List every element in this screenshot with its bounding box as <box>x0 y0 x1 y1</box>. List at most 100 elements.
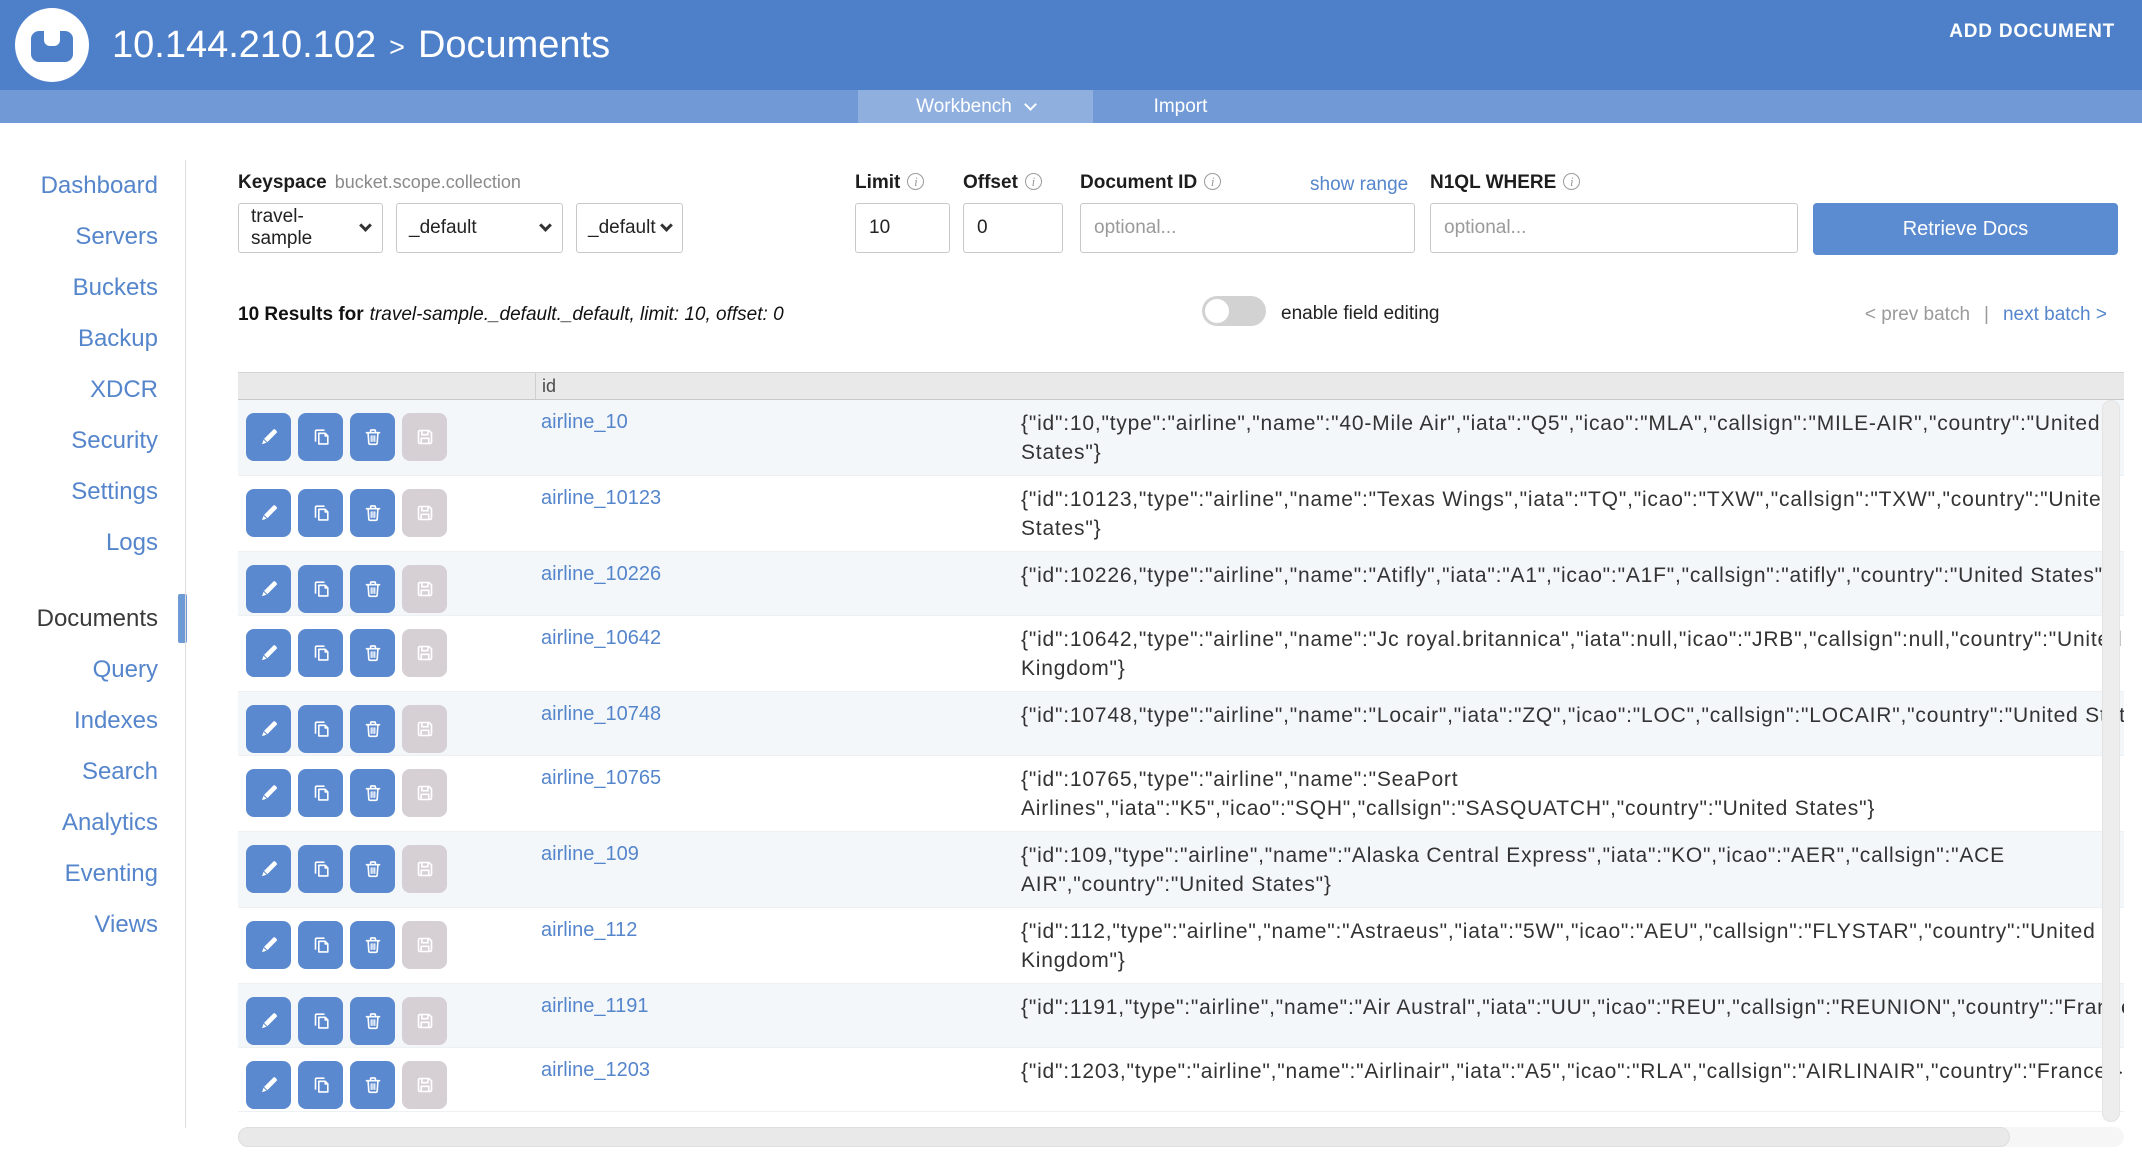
trash-icon <box>365 785 380 802</box>
edit-document-button[interactable] <box>246 997 291 1045</box>
offset-input[interactable] <box>963 203 1063 253</box>
edit-document-button[interactable] <box>246 565 291 613</box>
copy-document-button[interactable] <box>298 489 343 537</box>
save-document-button[interactable] <box>402 997 447 1045</box>
vertical-scrollbar-thumb[interactable] <box>2102 400 2120 1122</box>
scope-select[interactable]: _default <box>396 203 563 253</box>
document-id-link[interactable]: airline_10 <box>541 411 628 433</box>
sidebar-item-xdcr[interactable]: XDCR <box>0 364 158 415</box>
sidebar-item-dashboard[interactable]: Dashboard <box>0 160 158 211</box>
copy-icon <box>314 861 329 877</box>
delete-document-button[interactable] <box>350 413 395 461</box>
save-document-button[interactable] <box>402 769 447 817</box>
save-document-button[interactable] <box>402 845 447 893</box>
copy-document-button[interactable] <box>298 705 343 753</box>
edit-document-button[interactable] <box>246 1061 291 1109</box>
document-id-link[interactable]: airline_1191 <box>541 995 649 1017</box>
save-document-button[interactable] <box>402 413 447 461</box>
sidebar-item-servers[interactable]: Servers <box>0 211 158 262</box>
sidebar-nav: Dashboard Servers Buckets Backup XDCR Securit… <box>0 160 187 950</box>
copy-document-button[interactable] <box>298 921 343 969</box>
edit-document-button[interactable] <box>246 845 291 893</box>
sidebar-item-logs[interactable]: Logs <box>0 517 158 568</box>
delete-document-button[interactable] <box>350 921 395 969</box>
app-header: 10.144.210.102 > Documents ADD DOCUMENT <box>0 0 2142 90</box>
info-icon[interactable]: i <box>907 173 925 190</box>
document-id-input[interactable] <box>1080 203 1415 253</box>
save-document-button[interactable] <box>402 629 447 677</box>
edit-document-button[interactable] <box>246 489 291 537</box>
document-content: {"id":1203,"type":"airline","name":"Airl… <box>1021 1060 2124 1083</box>
copy-document-button[interactable] <box>298 629 343 677</box>
sidebar-item-backup[interactable]: Backup <box>0 313 158 364</box>
document-id-cell: airline_1191 <box>536 984 1021 1047</box>
info-icon[interactable]: i <box>1563 173 1581 190</box>
sidebar-item-indexes[interactable]: Indexes <box>0 695 158 746</box>
delete-document-button[interactable] <box>350 769 395 817</box>
delete-document-button[interactable] <box>350 845 395 893</box>
document-id-link[interactable]: airline_10123 <box>541 487 661 509</box>
copy-document-button[interactable] <box>298 565 343 613</box>
sidebar-item-query[interactable]: Query <box>0 644 158 695</box>
tab-workbench[interactable]: Workbench <box>858 90 1093 123</box>
trash-icon <box>365 645 380 662</box>
copy-document-button[interactable] <box>298 997 343 1045</box>
copy-document-button[interactable] <box>298 1061 343 1109</box>
info-icon[interactable]: i <box>1204 173 1222 190</box>
sidebar-item-search[interactable]: Search <box>0 746 158 797</box>
save-document-button[interactable] <box>402 705 447 753</box>
add-document-button[interactable]: ADD DOCUMENT <box>1949 21 2115 43</box>
show-range-link[interactable]: show range <box>1310 174 1408 196</box>
horizontal-scrollbar-thumb[interactable] <box>238 1127 2010 1147</box>
sidebar-item-settings[interactable]: Settings <box>0 466 158 517</box>
sidebar-divider <box>185 160 186 1128</box>
delete-document-button[interactable] <box>350 629 395 677</box>
delete-document-button[interactable] <box>350 997 395 1045</box>
prev-batch-button[interactable]: < prev batch <box>1865 304 1970 326</box>
document-id-link[interactable]: airline_112 <box>541 919 637 941</box>
info-icon[interactable]: i <box>1024 173 1042 190</box>
edit-document-button[interactable] <box>246 413 291 461</box>
document-content: {"id":10,"type":"airline","name":"40-Mil… <box>1021 412 2101 464</box>
delete-document-button[interactable] <box>350 1061 395 1109</box>
sidebar-item-views[interactable]: Views <box>0 899 158 950</box>
limit-input[interactable] <box>855 203 950 253</box>
retrieve-docs-button[interactable]: Retrieve Docs <box>1813 203 2118 255</box>
horizontal-scrollbar[interactable] <box>238 1127 2124 1147</box>
table-row: airline_112 {"id":112,"type":"airline","… <box>238 908 2124 984</box>
floppy-icon <box>417 785 432 801</box>
edit-document-button[interactable] <box>246 769 291 817</box>
document-id-link[interactable]: airline_109 <box>541 843 639 865</box>
copy-document-button[interactable] <box>298 845 343 893</box>
save-document-button[interactable] <box>402 565 447 613</box>
document-id-link[interactable]: airline_1203 <box>541 1059 650 1081</box>
save-document-button[interactable] <box>402 489 447 537</box>
copy-document-button[interactable] <box>298 769 343 817</box>
document-id-link[interactable]: airline_10642 <box>541 627 661 649</box>
vertical-scrollbar[interactable] <box>2102 400 2122 1122</box>
tab-import[interactable]: Import <box>1093 90 1268 123</box>
sidebar-item-security[interactable]: Security <box>0 415 158 466</box>
field-editing-toggle[interactable] <box>1202 296 1266 326</box>
save-document-button[interactable] <box>402 921 447 969</box>
trash-icon <box>365 429 380 446</box>
document-id-link[interactable]: airline_10748 <box>541 703 661 725</box>
next-batch-button[interactable]: next batch > <box>2003 304 2107 326</box>
edit-document-button[interactable] <box>246 705 291 753</box>
copy-document-button[interactable] <box>298 413 343 461</box>
collection-select[interactable]: _default <box>576 203 683 253</box>
sidebar-item-analytics[interactable]: Analytics <box>0 797 158 848</box>
document-id-link[interactable]: airline_10765 <box>541 767 661 789</box>
edit-document-button[interactable] <box>246 921 291 969</box>
document-id-link[interactable]: airline_10226 <box>541 563 661 585</box>
delete-document-button[interactable] <box>350 705 395 753</box>
bucket-select[interactable]: travel-sample <box>238 203 383 253</box>
n1ql-where-input[interactable] <box>1430 203 1798 253</box>
sidebar-item-eventing[interactable]: Eventing <box>0 848 158 899</box>
sidebar-item-documents[interactable]: Documents <box>0 593 187 644</box>
save-document-button[interactable] <box>402 1061 447 1109</box>
sidebar-item-buckets[interactable]: Buckets <box>0 262 158 313</box>
delete-document-button[interactable] <box>350 565 395 613</box>
edit-document-button[interactable] <box>246 629 291 677</box>
delete-document-button[interactable] <box>350 489 395 537</box>
